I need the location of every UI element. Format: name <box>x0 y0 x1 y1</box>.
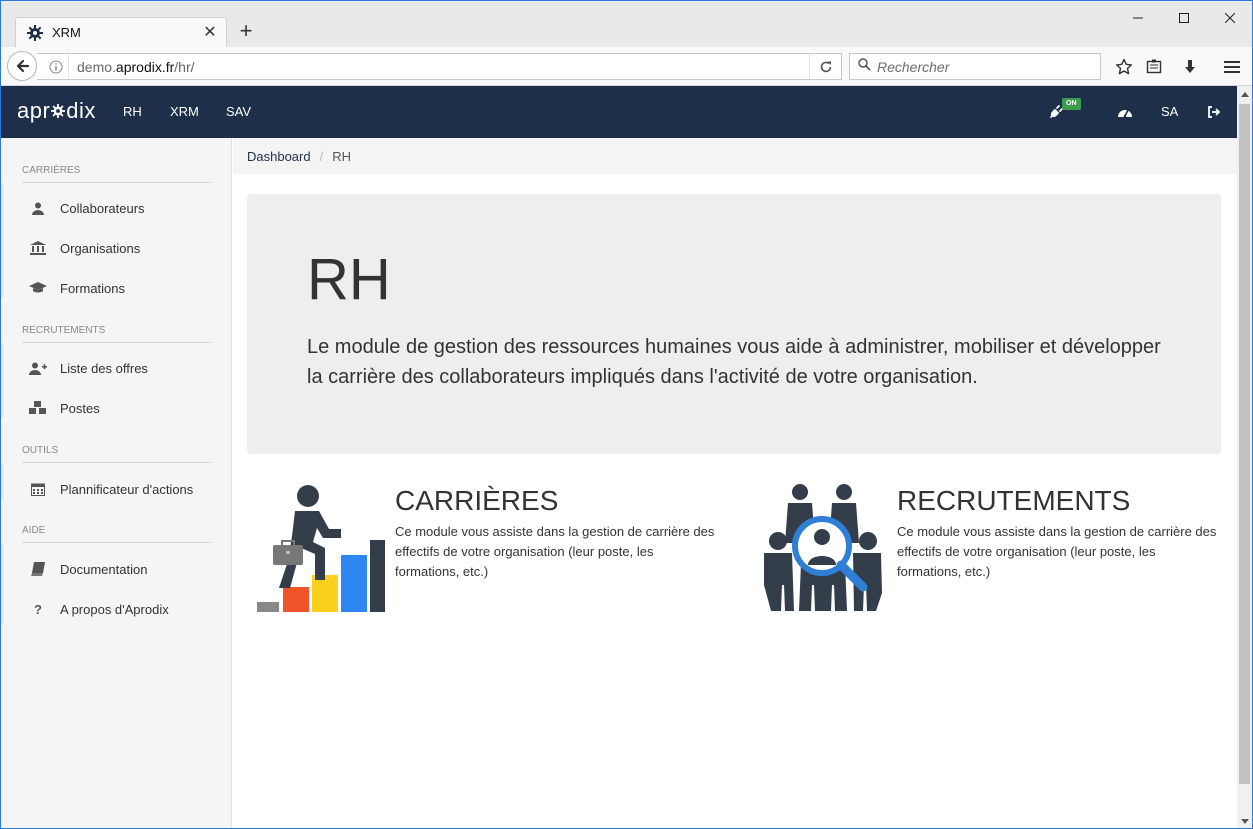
app-header: apr dix RH XRM SAV SA <box>1 86 1237 138</box>
sidebar-item-label: Collaborateurs <box>60 200 145 216</box>
breadcrumb-separator: / <box>319 148 324 164</box>
tab-title: XRM <box>52 25 81 40</box>
gear-icon <box>26 24 44 42</box>
bookmark-star-icon[interactable] <box>1113 56 1135 78</box>
reading-list-icon[interactable] <box>1143 56 1165 78</box>
sidebar-item-label: Documentation <box>60 561 148 577</box>
minimize-button[interactable] <box>1115 7 1161 29</box>
reload-icon[interactable] <box>809 54 841 79</box>
close-window-button[interactable] <box>1207 7 1252 29</box>
recruitment-search-icon <box>761 483 885 618</box>
tab-close-icon[interactable]: ✕ <box>202 24 218 41</box>
new-tab-button[interactable]: + <box>235 20 257 43</box>
sidebar-item-postes[interactable]: Postes <box>1 390 232 426</box>
menu-icon[interactable] <box>1221 56 1243 78</box>
nav-sav[interactable]: SAV <box>226 104 251 119</box>
info-icon[interactable] <box>43 54 69 79</box>
sidebar-item-label: A propos d'Aprodix <box>60 601 169 617</box>
scroll-down-icon[interactable] <box>1237 813 1252 828</box>
calendar-icon <box>29 481 47 497</box>
sidebar-section-recrutements: RECRUTEMENTS <box>22 325 211 343</box>
search-icon <box>858 57 871 76</box>
sidebar-item-label: Postes <box>60 400 100 416</box>
status-badge: ON <box>1062 98 1081 110</box>
breadcrumb-current: RH <box>332 148 352 164</box>
brand-text-right: dix <box>66 98 96 123</box>
sidebar-item-label: Liste des offres <box>60 360 148 376</box>
module-title: CARRIÈRES <box>395 485 559 516</box>
browser-search-input[interactable]: Rechercher <box>849 53 1101 80</box>
maximize-button[interactable] <box>1161 7 1207 29</box>
page-title: RH <box>307 247 391 312</box>
brand-text-left: apr <box>17 98 51 123</box>
sidebar-item-organisations[interactable]: Organisations <box>1 230 232 266</box>
brand-gear-icon <box>51 98 66 124</box>
sidebar: CARRIÈRES Collaborateurs Organisations F… <box>1 138 232 828</box>
user-plus-icon <box>29 360 47 376</box>
sidebar-item-formations[interactable]: Formations <box>1 270 232 306</box>
hero-panel: RH Le module de gestion des ressources h… <box>247 194 1221 454</box>
url-text[interactable]: demo.aprodix.fr/hr/ <box>69 59 809 75</box>
scroll-up-icon[interactable] <box>1237 86 1252 103</box>
sidebar-item-label: Formations <box>60 280 126 296</box>
back-button[interactable] <box>7 51 37 81</box>
brand-logo[interactable]: apr dix <box>17 98 96 124</box>
logout-icon[interactable] <box>1205 103 1223 121</box>
browser-tab[interactable]: XRM ✕ <box>15 17 227 47</box>
cubes-icon <box>29 400 47 416</box>
nav-rh[interactable]: RH <box>123 104 142 119</box>
module-description: Ce module vous assiste dans la gestion d… <box>897 524 1217 579</box>
user-initials[interactable]: SA <box>1161 104 1178 119</box>
download-icon[interactable] <box>1179 56 1201 78</box>
career-stairs-icon <box>255 483 387 618</box>
breadcrumb-dashboard[interactable]: Dashboard <box>247 149 311 164</box>
vertical-scrollbar[interactable] <box>1237 86 1252 828</box>
graduation-cap-icon <box>29 280 47 296</box>
user-icon <box>29 200 47 216</box>
nav-xrm[interactable]: XRM <box>170 104 199 119</box>
question-icon: ? <box>34 601 42 617</box>
browser-titlebar: XRM ✕ + <box>1 1 1252 47</box>
dashboard-gauge-icon[interactable] <box>1116 103 1134 121</box>
scrollbar-thumb[interactable] <box>1239 104 1250 784</box>
bank-icon <box>29 240 47 256</box>
sidebar-item-documentation[interactable]: Documentation <box>1 551 232 587</box>
sidebar-section-carrieres: CARRIÈRES <box>22 165 211 183</box>
module-title: RECRUTEMENTS <box>897 485 1131 516</box>
sidebar-item-label: Organisations <box>60 240 141 256</box>
page-description: Le module de gestion des ressources huma… <box>307 336 1161 388</box>
sidebar-item-label: Plannificateur d'actions <box>60 481 194 497</box>
sidebar-item-a-propos[interactable]: ? A propos d'Aprodix <box>1 591 232 627</box>
sidebar-section-aide: AIDE <box>22 525 211 543</box>
sidebar-item-collaborateurs[interactable]: Collaborateurs <box>1 190 232 226</box>
browser-window: XRM ✕ + demo.aprodix.fr/hr/ Rechercher a… <box>0 0 1253 829</box>
module-description: Ce module vous assiste dans la gestion d… <box>395 524 715 579</box>
search-placeholder: Rechercher <box>877 58 950 75</box>
breadcrumb: Dashboard / RH <box>233 138 1237 174</box>
browser-toolbar: demo.aprodix.fr/hr/ Rechercher <box>1 47 1252 86</box>
url-bar[interactable]: demo.aprodix.fr/hr/ <box>37 53 842 80</box>
book-icon <box>29 561 47 577</box>
sidebar-section-outils: OUTILS <box>22 445 211 463</box>
sidebar-item-liste-des-offres[interactable]: Liste des offres <box>1 350 232 386</box>
sidebar-item-plannificateur[interactable]: Plannificateur d'actions <box>1 471 232 507</box>
